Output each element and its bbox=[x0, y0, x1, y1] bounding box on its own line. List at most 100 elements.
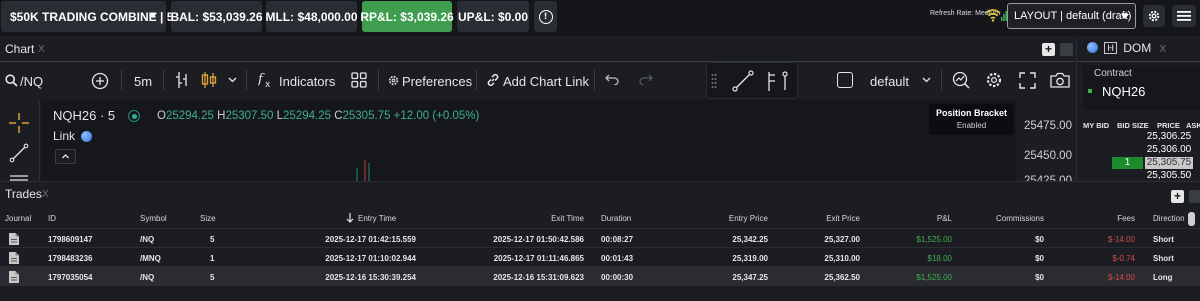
col-entry-time[interactable]: Entry Time bbox=[358, 214, 396, 223]
collapse-legend-button[interactable] bbox=[55, 149, 76, 164]
open-label: O bbox=[157, 110, 166, 122]
settings-button[interactable] bbox=[1143, 5, 1165, 27]
fullscreen-icon[interactable] bbox=[1019, 72, 1036, 89]
col-exit-time[interactable]: Exit Time bbox=[520, 214, 584, 223]
menu-button[interactable] bbox=[1172, 5, 1196, 27]
cell-id: 1798483236 bbox=[48, 254, 93, 263]
link-label: Link bbox=[53, 129, 76, 143]
divider bbox=[121, 70, 122, 90]
cell-pnl: $1,525.00 bbox=[916, 235, 952, 244]
undo-icon[interactable] bbox=[605, 74, 619, 85]
col-direction[interactable]: Direction bbox=[1153, 214, 1185, 223]
rpl-badge: RP&L: $3,039.26 bbox=[360, 1, 454, 32]
divider bbox=[941, 70, 942, 90]
symbol-input[interactable]: /NQ bbox=[20, 74, 43, 89]
col-exit-price[interactable]: Exit Price bbox=[800, 214, 860, 223]
link-color-icon[interactable] bbox=[1087, 42, 1098, 53]
bar-style-icon[interactable] bbox=[175, 71, 189, 89]
cell-symbol: /NQ bbox=[140, 273, 155, 282]
dom-price-level-current[interactable]: 25,305.75 bbox=[1145, 157, 1193, 169]
tab-trades[interactable]: Trades bbox=[5, 187, 42, 201]
col-fees[interactable]: Fees bbox=[1100, 214, 1135, 223]
cell-entry-time: 2025-12-17 01:42:15.559 bbox=[325, 235, 416, 244]
trend-line-icon[interactable] bbox=[732, 70, 754, 92]
checkbox[interactable] bbox=[837, 72, 853, 88]
journal-icon[interactable] bbox=[9, 233, 19, 245]
layout-select[interactable]: LAYOUT | default (draft) bbox=[1007, 3, 1136, 29]
col-duration[interactable]: Duration bbox=[601, 214, 631, 223]
add-panel-button[interactable]: + bbox=[1171, 190, 1184, 203]
add-chart-link-button[interactable]: Add Chart Link bbox=[503, 74, 589, 89]
contract-value[interactable]: NQH26 bbox=[1102, 84, 1145, 99]
add-symbol-button[interactable] bbox=[91, 72, 109, 90]
preferences-button[interactable]: Preferences bbox=[402, 74, 472, 89]
line-tool-icon[interactable] bbox=[9, 143, 29, 163]
cell-fees: $-14.00 bbox=[1107, 273, 1135, 282]
tab-dom[interactable]: H DOM X bbox=[1087, 41, 1166, 55]
divider bbox=[476, 70, 477, 90]
col-id[interactable]: ID bbox=[48, 214, 56, 223]
cell-direction: Short bbox=[1153, 235, 1174, 244]
dom-price-level[interactable]: 25,306.25 bbox=[1145, 131, 1193, 143]
cell-exit-time: 2025-12-16 15:31:09.623 bbox=[493, 273, 584, 282]
link-color-icon[interactable] bbox=[81, 131, 92, 142]
divider bbox=[1077, 61, 1200, 62]
maximize-panel-button[interactable] bbox=[1189, 190, 1200, 203]
cell-commissions: $0 bbox=[1035, 235, 1044, 244]
cell-pnl: $18.00 bbox=[927, 254, 952, 263]
interval-button[interactable]: 5m bbox=[134, 74, 152, 89]
add-panel-button[interactable]: + bbox=[1042, 43, 1055, 56]
maximize-panel-button[interactable] bbox=[1060, 43, 1073, 56]
col-journal[interactable]: Journal bbox=[5, 214, 31, 223]
info-button[interactable]: ! bbox=[534, 1, 557, 32]
journal-icon[interactable] bbox=[9, 271, 19, 283]
cell-entry-time: 2025-12-17 01:10:02.944 bbox=[325, 254, 416, 263]
dom-price-level[interactable]: 25,306.00 bbox=[1145, 144, 1193, 156]
close-icon[interactable]: X bbox=[38, 44, 45, 55]
alert-icon: ! bbox=[538, 9, 553, 24]
cell-entry-price: 25,342.25 bbox=[732, 235, 768, 244]
price-axis[interactable] bbox=[1016, 100, 1075, 181]
tab-chart[interactable]: Chart bbox=[5, 42, 34, 56]
live-status-icon[interactable] bbox=[128, 110, 140, 122]
magnifier-chart-icon[interactable] bbox=[952, 71, 970, 89]
journal-icon[interactable] bbox=[9, 252, 19, 264]
indicators-button[interactable]: Indicators bbox=[279, 74, 335, 89]
col-pnl[interactable]: P&L bbox=[900, 214, 952, 223]
cell-entry-price: 25,347.25 bbox=[732, 273, 768, 282]
account-label: $50K TRADING COMBINE | 5... bbox=[10, 9, 184, 24]
redo-icon[interactable] bbox=[639, 74, 653, 85]
divider bbox=[246, 70, 247, 90]
template-select[interactable]: default bbox=[870, 74, 909, 89]
col-size[interactable]: Size bbox=[200, 214, 216, 223]
chevron-down-icon[interactable] bbox=[228, 77, 237, 83]
col-entry-price[interactable]: Entry Price bbox=[700, 214, 768, 223]
cell-exit-price: 25,327.00 bbox=[824, 235, 860, 244]
cell-commissions: $0 bbox=[1035, 273, 1044, 282]
drag-handle-icon[interactable] bbox=[711, 73, 717, 89]
col-symbol[interactable]: Symbol bbox=[140, 214, 167, 223]
candlestick-icon[interactable] bbox=[201, 71, 217, 89]
fib-tool-icon[interactable] bbox=[765, 70, 789, 92]
close-icon[interactable]: X bbox=[1160, 44, 1167, 55]
cell-id: 1797035054 bbox=[48, 273, 93, 282]
upl-badge: UP&L: $0.00 bbox=[457, 1, 529, 32]
close-icon[interactable]: X bbox=[42, 189, 49, 200]
camera-icon[interactable] bbox=[1050, 72, 1070, 88]
dom-col-price: PRICE bbox=[1157, 121, 1180, 130]
horizontal-line-tool-icon[interactable] bbox=[9, 174, 29, 181]
candles bbox=[356, 160, 370, 181]
account-selector[interactable]: $50K TRADING COMBINE | 5... bbox=[1, 1, 183, 32]
col-commissions[interactable]: Commissions bbox=[980, 214, 1044, 223]
chevron-down-icon[interactable] bbox=[922, 77, 931, 83]
wifi-icon bbox=[985, 9, 1001, 22]
sort-down-icon[interactable] bbox=[346, 213, 354, 223]
crosshair-icon[interactable] bbox=[9, 113, 29, 133]
gear-icon[interactable] bbox=[985, 71, 1003, 89]
dom-col-ask: ASK bbox=[1186, 121, 1200, 130]
mll-badge: MLL: $48,000.00 bbox=[265, 1, 358, 32]
scrollbar[interactable] bbox=[1188, 212, 1195, 226]
dom-bid-size-cell[interactable]: 1 bbox=[1112, 157, 1143, 169]
high-value: 25307.50 bbox=[225, 110, 274, 122]
grid-layout-icon[interactable] bbox=[351, 72, 367, 88]
